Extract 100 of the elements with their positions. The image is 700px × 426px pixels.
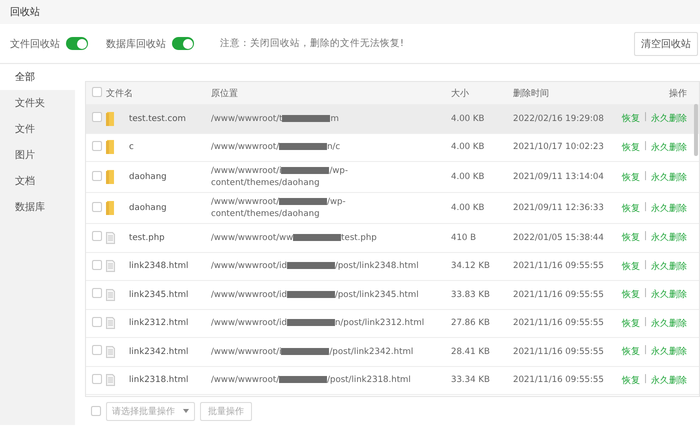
checkbox[interactable] — [92, 112, 102, 122]
restore-link[interactable]: 恢复 — [622, 231, 640, 244]
file-size: 33.83 KB — [451, 290, 491, 300]
original-path: /www/wwwroot/i /wp-content/themes/daohang — [211, 165, 349, 190]
table-row[interactable]: daohang /www/wwwroot/ /wp-content/themes/daohang 4.00 KB 2021/09/11 12:36:33 恢复 | 永久删除 — [86, 193, 699, 224]
checkbox[interactable] — [92, 140, 102, 151]
file-size: 4.00 KB — [451, 142, 486, 152]
checkbox[interactable] — [92, 374, 102, 384]
column-header: 原位置 — [211, 88, 239, 100]
redaction-block — [279, 198, 328, 206]
original-path: /www/wwwroot/i /post/link2342.html — [211, 346, 414, 359]
delete-link[interactable]: 永久删除 — [651, 288, 687, 302]
table-row[interactable]: link2318.html /www/wwwroot/ /post/link2318.html 33.34 KB 2021/11/16 09:55:55 恢复 | 永久删除 — [86, 366, 699, 395]
checkbox[interactable] — [92, 345, 102, 356]
separator: | — [644, 316, 647, 329]
checkbox[interactable] — [92, 260, 102, 270]
checkbox[interactable] — [92, 86, 102, 96]
column-header: 大小 — [451, 88, 470, 100]
restore-link[interactable]: 恢复 — [622, 345, 640, 358]
table-row[interactable]: daohang /www/wwwroot/i /wp-content/themes/daohang 4.00 KB 2021/09/11 13:14:04 恢复 | 永久删除 — [86, 162, 699, 193]
delete-link[interactable]: 永久删除 — [651, 374, 687, 387]
file-icon — [106, 232, 115, 244]
file-name: link2348.html — [129, 261, 190, 272]
delete-link[interactable]: 永久删除 — [651, 231, 687, 244]
caret-icon — [183, 409, 189, 414]
separator: | — [644, 140, 647, 153]
file-icon — [106, 346, 115, 358]
toggle-label: 文件回收站 — [10, 38, 60, 50]
table-row[interactable]: test.php /www/wwwroot/ww test.php 410 B 2022/01/05 15:38:44 恢复 | 永久删除 — [86, 224, 699, 252]
sidebar-item[interactable]: 数据库 — [0, 194, 75, 220]
original-path: /www/wwwroot/ww test.php — [211, 232, 378, 245]
restore-link[interactable]: 恢复 — [622, 260, 640, 273]
sidebar-item[interactable]: 文件夹 — [0, 90, 75, 116]
warning-text: 注意：关闭回收站，删除的文件无法恢复! — [220, 37, 404, 50]
sidebar-item[interactable]: 文件 — [0, 116, 75, 142]
restore-link[interactable]: 恢复 — [622, 140, 640, 154]
original-path: /www/wwwroot/id /post/link2348.html — [211, 260, 420, 274]
batch-select[interactable]: 请选择批量操作 — [106, 402, 195, 421]
restore-link[interactable]: 恢复 — [622, 374, 640, 387]
file-name: test.test.com — [129, 114, 187, 124]
delete-time: 2022/02/16 19:29:08 — [513, 114, 605, 124]
redaction-block — [281, 167, 330, 174]
delete-link[interactable]: 永久删除 — [651, 112, 687, 126]
toggle-switch[interactable] — [66, 37, 88, 50]
window-title: 回收站 — [10, 6, 40, 19]
restore-link[interactable]: 恢复 — [622, 170, 640, 184]
file-size: 33.34 KB — [451, 375, 491, 386]
toggle-switch[interactable] — [172, 37, 194, 50]
table-row[interactable]: test.test.com /www/wwwroot/t m 4.00 KB 2022/02/16 19:29:08 恢复 | 永久删除 — [86, 105, 699, 134]
separator: | — [644, 260, 647, 272]
checkbox[interactable] — [92, 316, 102, 327]
sidebar-item[interactable]: 全部 — [0, 64, 75, 90]
table-row[interactable]: link2342.html /www/wwwroot/i /post/link2342.html 28.41 KB 2021/11/16 09:55:55 恢复 | 永久删除 — [86, 338, 699, 366]
delete-link[interactable]: 永久删除 — [651, 202, 687, 214]
delete-link[interactable]: 永久删除 — [651, 170, 687, 184]
clear-trash-button[interactable]: 清空回收站 — [634, 32, 698, 56]
checkbox[interactable] — [92, 202, 102, 212]
table-row[interactable]: link2312.html /www/wwwroot/id n/post/link2312.html 27.86 KB 2021/11/16 09:55:55 恢复 | 永久删除 — [86, 310, 699, 338]
delete-time: 2021/10/17 10:02:23 — [513, 142, 605, 152]
separator: | — [644, 112, 647, 124]
delete-link[interactable]: 永久删除 — [651, 316, 687, 330]
file-icon — [106, 260, 115, 272]
delete-link[interactable]: 永久删除 — [651, 260, 687, 273]
folder-icon — [106, 112, 115, 126]
original-path: /www/wwwroot/id n/post/link2312.html — [211, 317, 426, 330]
file-size: 410 B — [451, 232, 478, 243]
checkbox[interactable] — [91, 406, 101, 416]
file-icon — [106, 317, 115, 330]
sidebar-item[interactable]: 文档 — [0, 168, 75, 194]
batch-button[interactable]: 批量操作 — [200, 402, 252, 421]
restore-link[interactable]: 恢复 — [622, 288, 640, 302]
checkbox[interactable] — [92, 231, 102, 242]
file-name: test.php — [129, 232, 166, 243]
table-row[interactable]: link2345.html /www/wwwroot/id /post/link2345.html 33.83 KB 2021/11/16 09:55:55 恢复 | 永久删除 — [86, 281, 699, 310]
folder-icon — [106, 170, 115, 184]
file-name: link2342.html — [129, 346, 190, 357]
original-path: /www/wwwroot/ /post/link2318.html — [211, 374, 412, 388]
file-size: 28.41 KB — [451, 346, 491, 357]
checkbox[interactable] — [92, 170, 102, 180]
restore-link[interactable]: 恢复 — [622, 202, 640, 214]
sidebar-item[interactable]: 图片 — [0, 142, 75, 168]
redaction-block — [293, 234, 342, 241]
restore-link[interactable]: 恢复 — [622, 112, 640, 126]
folder-icon — [106, 201, 115, 215]
separator: | — [644, 170, 647, 182]
delete-time: 2022/01/05 15:38:44 — [513, 232, 605, 243]
redaction-block — [281, 348, 330, 355]
restore-link[interactable]: 恢复 — [622, 316, 640, 330]
separator: | — [644, 374, 647, 386]
table-row[interactable]: c /www/wwwroot/ n/c 4.00 KB 2021/10/17 10:02:23 恢复 | 永久删除 — [86, 134, 699, 162]
table-row[interactable]: link2348.html /www/wwwroot/id /post/link2348.html 34.12 KB 2021/11/16 09:55:55 恢复 | 永久删除 — [86, 252, 699, 281]
checkbox[interactable] — [92, 288, 102, 298]
file-name: link2312.html — [129, 318, 190, 328]
delete-link[interactable]: 永久删除 — [651, 345, 687, 358]
file-name: link2345.html — [129, 290, 190, 300]
delete-time: 2021/09/11 12:36:33 — [513, 203, 605, 213]
redaction-block — [286, 290, 335, 298]
file-name: c — [129, 142, 135, 152]
delete-link[interactable]: 永久删除 — [651, 140, 687, 154]
delete-time: 2021/11/16 09:55:55 — [513, 346, 605, 357]
